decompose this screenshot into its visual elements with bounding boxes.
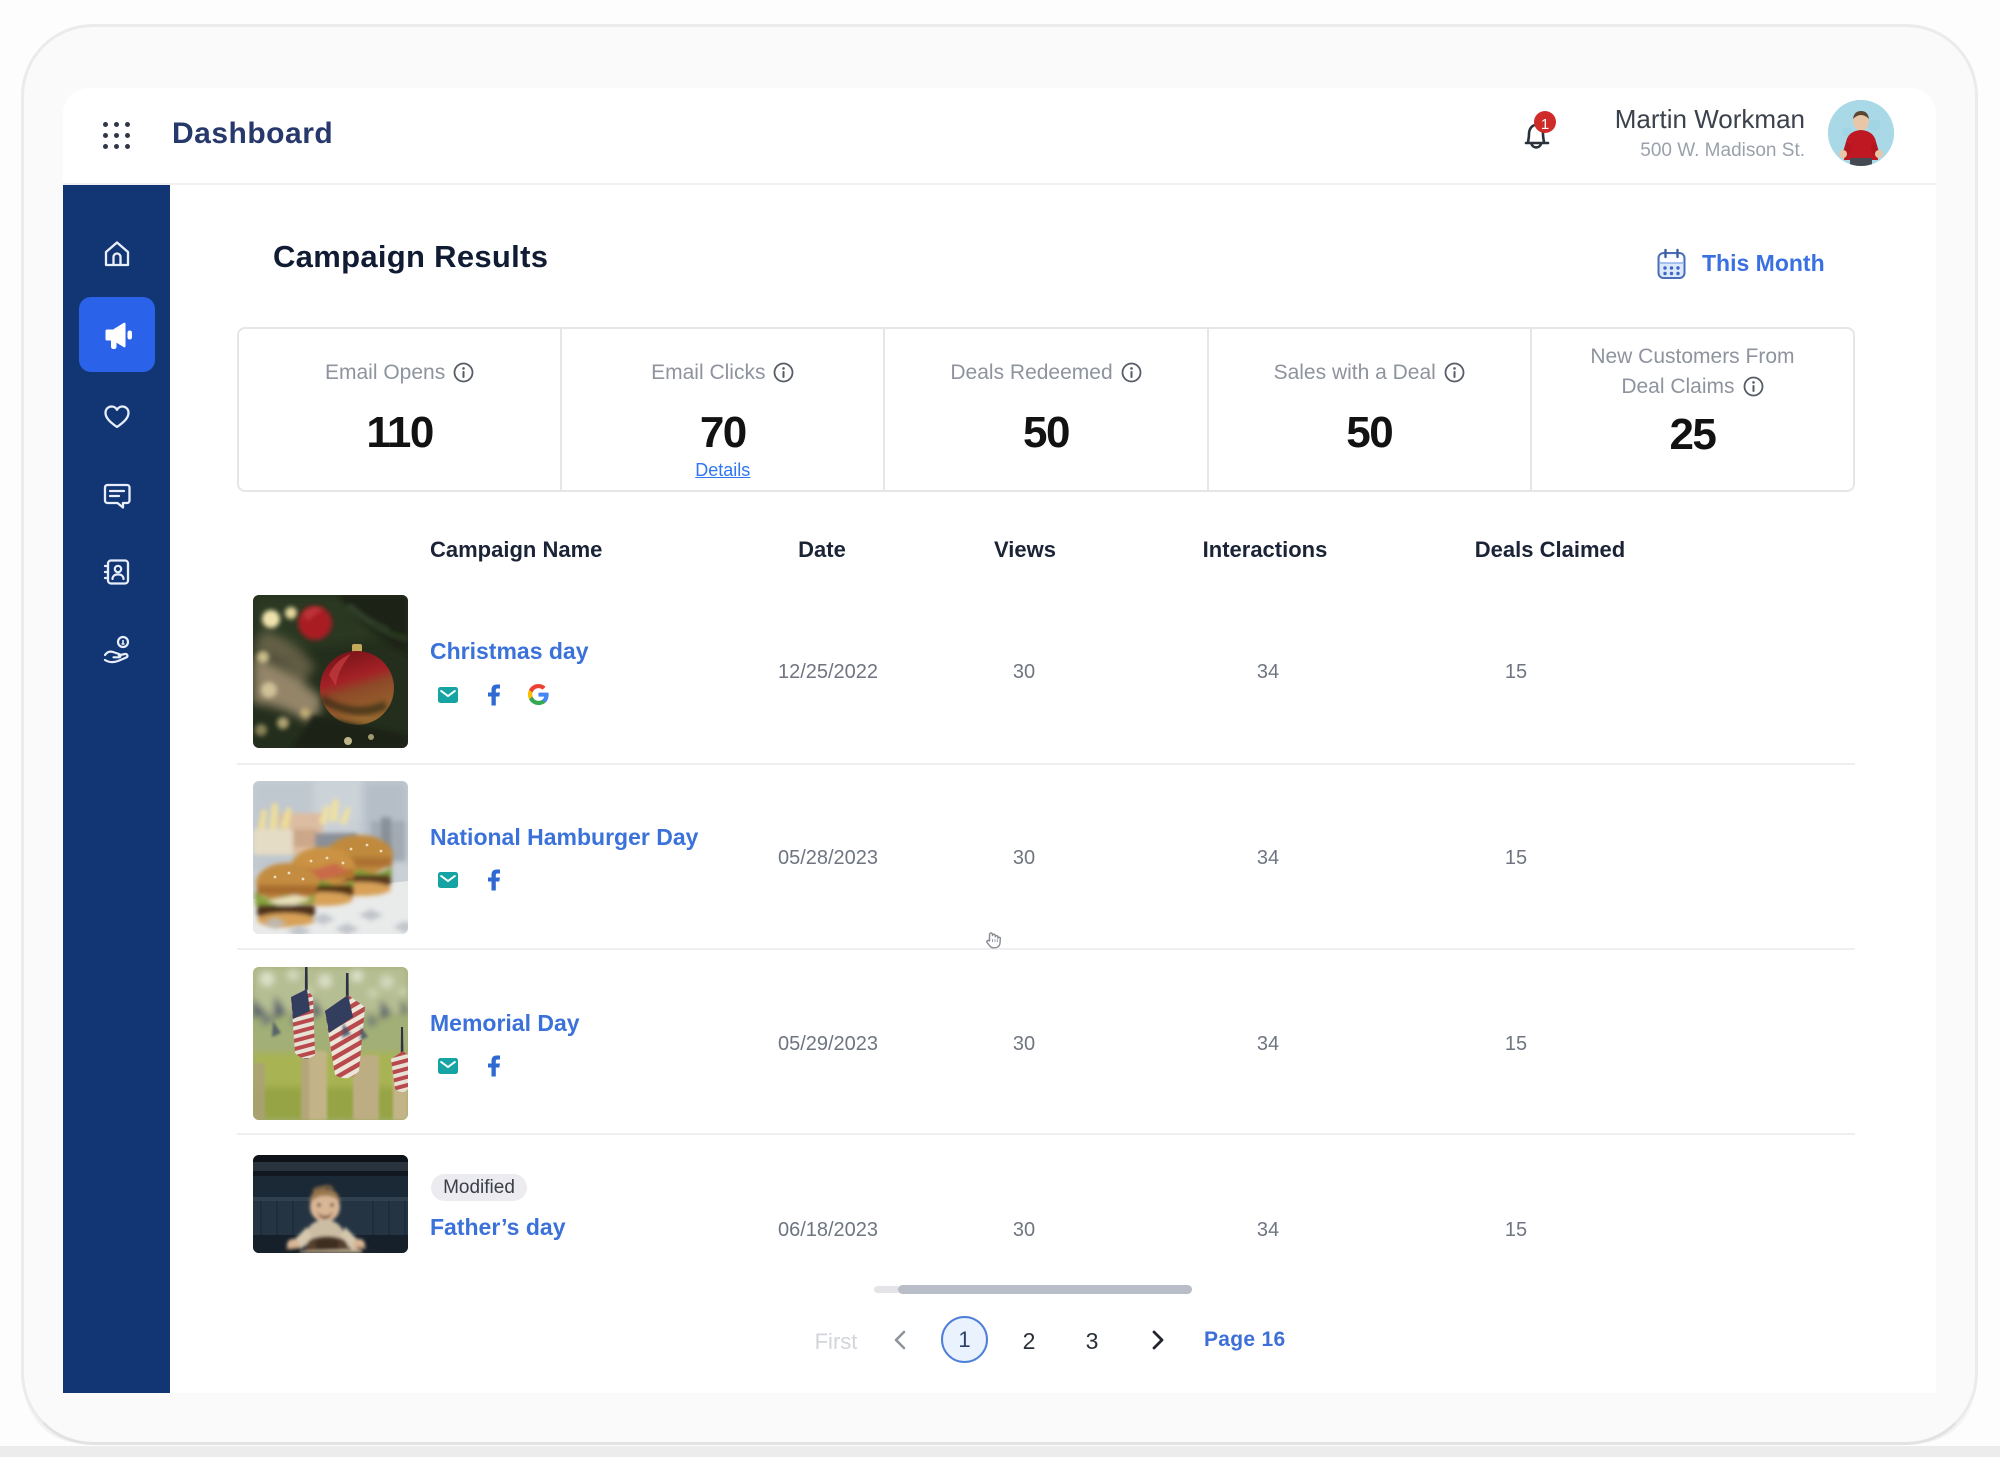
svg-text:1: 1 — [1541, 116, 1549, 133]
